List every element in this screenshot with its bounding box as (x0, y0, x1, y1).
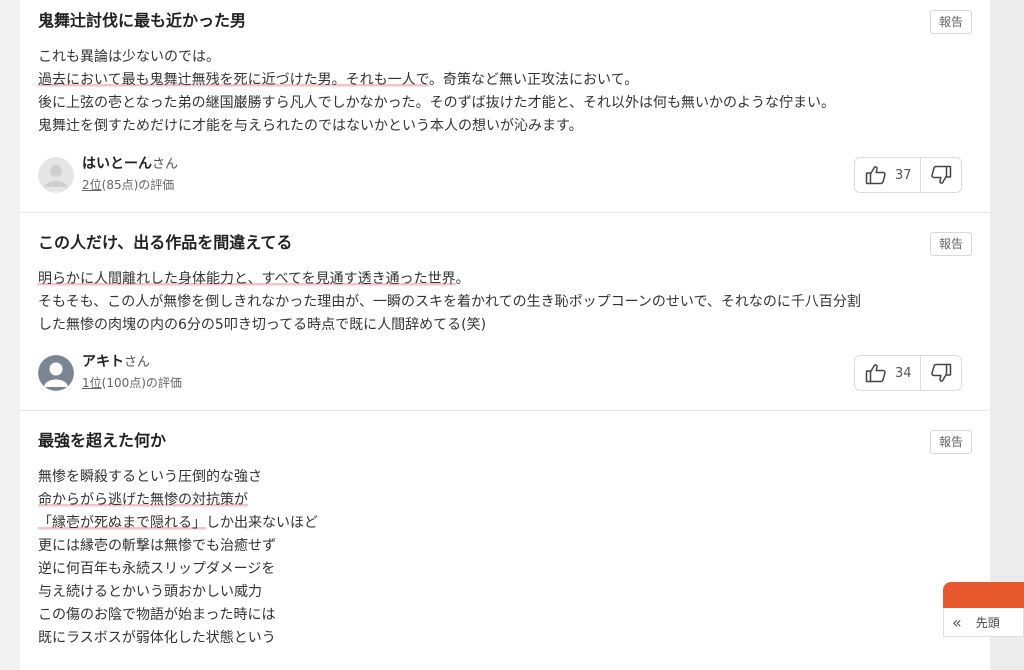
left-gutter (0, 0, 20, 670)
double-chevron-left-icon: « (952, 612, 962, 632)
text-segment: 与え続けるとかいう頭おかしい威力 (38, 584, 262, 600)
review-line: 鬼舞辻を倒すためだけに才能を与えられたのではないかという本人の想いが沁みます。 (38, 115, 978, 138)
review-line: 後に上弦の壱となった弟の継国巌勝すら凡人でしかなかった。そのずば抜けた才能と、そ… (38, 92, 978, 115)
text-segment: した無惨の肉塊の内の6分の5叩き切ってる時点で既に人間辞めてる(笑) (38, 317, 487, 333)
review-title: 最強を超えた何か (38, 431, 167, 450)
review-line: 無惨を瞬殺するという圧倒的な強さ (38, 466, 978, 489)
user-name[interactable]: アキトさん (82, 352, 150, 373)
text-segment: 既にラスボスが弱体化した状態という (38, 630, 276, 646)
review-line: 「縁壱が死ぬまで隠れる」しか出来ないほど (38, 512, 978, 535)
rank-score: (85点)の評価 (101, 178, 175, 192)
review-line: これも異論は少ないのでは。 (38, 46, 978, 69)
text-segment: 。奇策など無い正攻法において。 (429, 72, 639, 88)
text-segment: これも異論は少ないのでは。 (38, 49, 220, 65)
honorific: さん (124, 355, 151, 370)
review-card: 最強を超えた何か 報告 無惨を瞬殺するという圧倒的な強さ 命からがら逃げた無惨の対… (20, 420, 990, 670)
review-list: 鬼舞辻討伐に最も近かった男 報告 これも異論は少ないのでは。過去において最も鬼舞… (20, 0, 990, 670)
highlighted-text: 「縁壱が死ぬまで隠れる」 (38, 515, 206, 531)
dislike-button[interactable] (921, 158, 961, 192)
back-to-top-button[interactable]: « 先頭 (943, 608, 1024, 637)
report-button[interactable]: 報告 (929, 430, 972, 454)
right-scroll-area (990, 0, 1024, 670)
text-segment: 更には縁壱の斬撃は無惨でも治癒せず (38, 538, 276, 554)
like-button[interactable]: 37 (855, 158, 921, 192)
report-button[interactable]: 報告 (929, 10, 972, 34)
honorific: さん (152, 157, 179, 172)
thumbs-down-icon (931, 363, 952, 382)
review-line: 明らかに人間離れした身体能力と、すべてを見通す透き通った世界。 (38, 268, 978, 291)
like-count: 37 (895, 167, 912, 183)
review-line: した無惨の肉塊の内の6分の5叩き切ってる時点で既に人間辞めてる(笑) (38, 314, 978, 337)
rank-link[interactable]: 2位 (82, 178, 102, 192)
highlighted-text: 明らかに人間離れした身体能力と、すべてを見通す透き通った世界 (38, 271, 456, 287)
report-button[interactable]: 報告 (929, 232, 972, 256)
rank-link[interactable]: 1位 (82, 376, 102, 390)
review-line: 更には縁壱の斬撃は無惨でも治癒せず (38, 535, 978, 558)
user-rank: 2位(85点)の評価 (82, 176, 174, 194)
review-body: これも異論は少ないのでは。過去において最も鬼舞辻無残を死に近づけた男。それも一人… (38, 46, 978, 138)
review-line: そもそも、この人が無惨を倒しきれなかった理由が、一瞬のスキを着かれての生き恥ポッ… (38, 291, 978, 314)
text-segment: しか出来ないほど (206, 515, 318, 531)
vote-group: 37 (854, 157, 962, 193)
user-silhouette-icon (38, 355, 74, 391)
like-count: 34 (895, 365, 912, 381)
review-line: 既にラスボスが弱体化した状態という (38, 627, 978, 650)
text-segment: この傷のお陰で物語が始まった時には (38, 607, 276, 623)
review-line: この傷のお陰で物語が始まった時には (38, 604, 978, 627)
thumbs-up-icon (865, 166, 886, 185)
thumbs-down-icon (931, 165, 952, 184)
user-name[interactable]: はいとーんさん (82, 154, 178, 175)
review-line: 命からがら逃げた無惨の対抗策が (38, 489, 978, 512)
text-segment: 。 (455, 271, 470, 287)
like-button[interactable]: 34 (855, 356, 921, 390)
review-line: 逆に何百年も永続スリップダメージを (38, 558, 978, 581)
text-segment: 鬼舞辻を倒すためだけに才能を与えられたのではないかという本人の想いが沁みます。 (38, 118, 583, 134)
review-title: この人だけ、出る作品を間違えてる (38, 233, 293, 252)
floating-action-tab[interactable] (943, 582, 1024, 608)
back-to-top-label: 先頭 (975, 615, 1000, 630)
highlighted-text: 命からがら逃げた無惨の対抗策が (38, 492, 248, 508)
review-line: 与え続けるとかいう頭おかしい威力 (38, 581, 978, 604)
highlighted-text: 過去において最も鬼舞辻無残を死に近づけた男。それも一人で (38, 72, 430, 88)
dislike-button[interactable] (921, 356, 961, 390)
text-segment: 逆に何百年も永続スリップダメージを (38, 561, 276, 577)
user-rank: 1位(100点)の評価 (82, 374, 182, 392)
text-segment: 後に上弦の壱となった弟の継国巌勝すら凡人でしかなかった。そのずば抜けた才能と、そ… (38, 95, 836, 111)
review-title: 鬼舞辻討伐に最も近かった男 (38, 11, 247, 30)
vote-group: 34 (854, 355, 962, 391)
review-line: 過去において最も鬼舞辻無残を死に近づけた男。それも一人で。奇策など無い正攻法にお… (38, 69, 978, 92)
default-avatar-icon (38, 157, 74, 193)
text-segment: そもそも、この人が無惨を倒しきれなかった理由が、一瞬のスキを着かれての生き恥ポッ… (38, 294, 861, 310)
review-card: この人だけ、出る作品を間違えてる 報告 明らかに人間離れした身体能力と、すべてを… (20, 222, 990, 411)
rank-score: (100点)の評価 (101, 376, 182, 390)
text-segment: 無惨を瞬殺するという圧倒的な強さ (38, 469, 262, 485)
review-body: 明らかに人間離れした身体能力と、すべてを見通す透き通った世界。そもそも、この人が… (38, 268, 978, 337)
review-body: 無惨を瞬殺するという圧倒的な強さ 命からがら逃げた無惨の対抗策が 「縁壱が死ぬまで隠… (38, 466, 978, 650)
review-card: 鬼舞辻討伐に最も近かった男 報告 これも異論は少ないのでは。過去において最も鬼舞… (20, 0, 990, 213)
floating-nav: « 先頭 (943, 582, 1024, 637)
thumbs-up-icon (865, 364, 886, 383)
